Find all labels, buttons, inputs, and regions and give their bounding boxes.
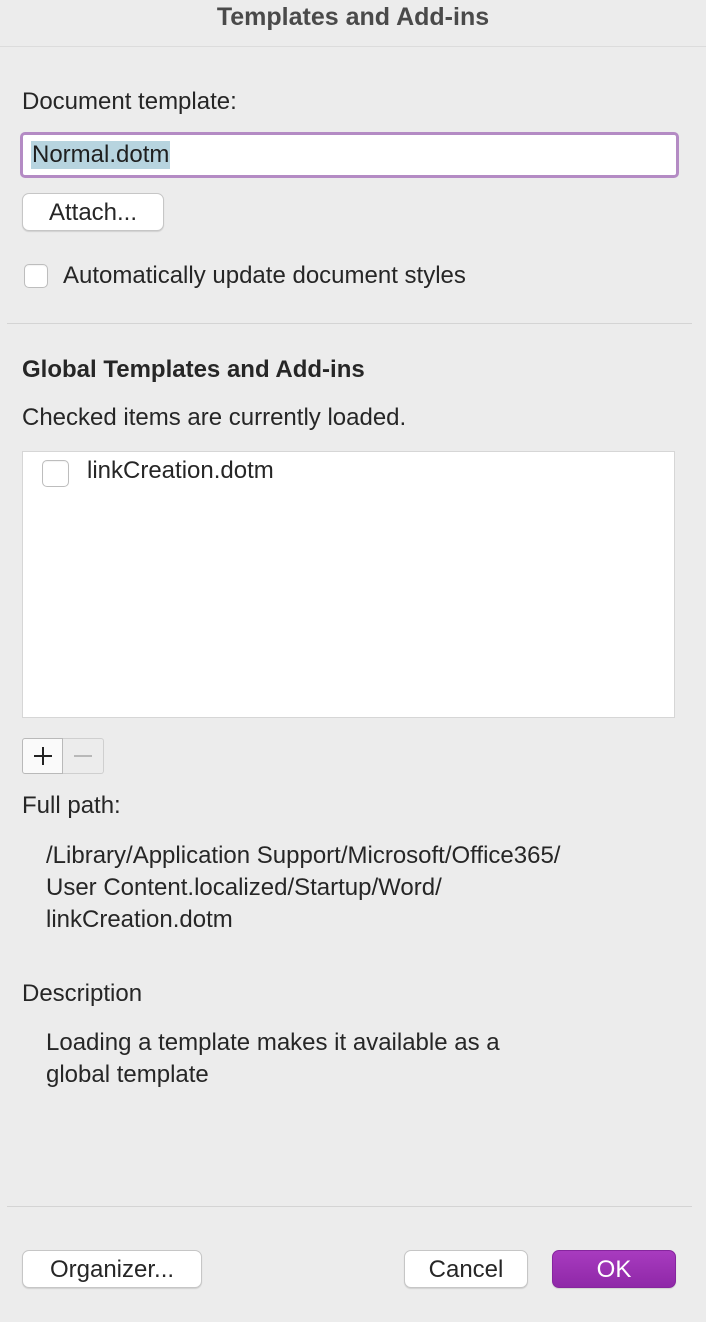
description-label: Description: [22, 980, 143, 1007]
global-templates-heading: Global Templates and Add-ins: [22, 356, 365, 383]
global-templates-hint: Checked items are currently loaded.: [22, 404, 407, 431]
footer-divider: [7, 1206, 692, 1207]
attach-button[interactable]: Attach...: [22, 193, 164, 231]
global-templates-list[interactable]: linkCreation.dotm: [22, 451, 675, 718]
full-path-line: linkCreation.dotm: [46, 906, 233, 933]
full-path-line: User Content.localized/Startup/Word/: [46, 874, 442, 901]
add-template-button[interactable]: [22, 738, 63, 774]
ok-button[interactable]: OK: [552, 1250, 676, 1288]
document-template-label: Document template:: [22, 88, 237, 115]
list-item-label: linkCreation.dotm: [87, 457, 274, 484]
list-item[interactable]: linkCreation.dotm: [23, 452, 674, 492]
document-template-input[interactable]: Normal.dotm: [20, 132, 679, 178]
full-path-line: /Library/Application Support/Microsoft/O…: [46, 842, 561, 869]
description-line: global template: [46, 1061, 209, 1088]
cancel-button[interactable]: Cancel: [404, 1250, 528, 1288]
full-path-label: Full path:: [22, 792, 121, 819]
remove-template-button[interactable]: [63, 738, 104, 774]
organizer-button[interactable]: Organizer...: [22, 1250, 202, 1288]
description-line: Loading a template makes it available as…: [46, 1029, 500, 1056]
section-divider: [7, 323, 692, 324]
auto-update-label: Automatically update document styles: [63, 262, 466, 289]
plus-icon: [33, 747, 52, 765]
window-title: Templates and Add-ins: [216, 3, 490, 31]
auto-update-checkbox[interactable]: [24, 264, 48, 288]
title-bar: Templates and Add-ins: [0, 0, 706, 47]
document-template-value: Normal.dotm: [31, 141, 171, 169]
full-path-value: /Library/Application Support/Microsoft/O…: [46, 840, 560, 936]
description-text: Loading a template makes it available as…: [46, 1027, 500, 1091]
minus-icon: [74, 755, 92, 757]
list-item-checkbox[interactable]: [42, 460, 69, 487]
